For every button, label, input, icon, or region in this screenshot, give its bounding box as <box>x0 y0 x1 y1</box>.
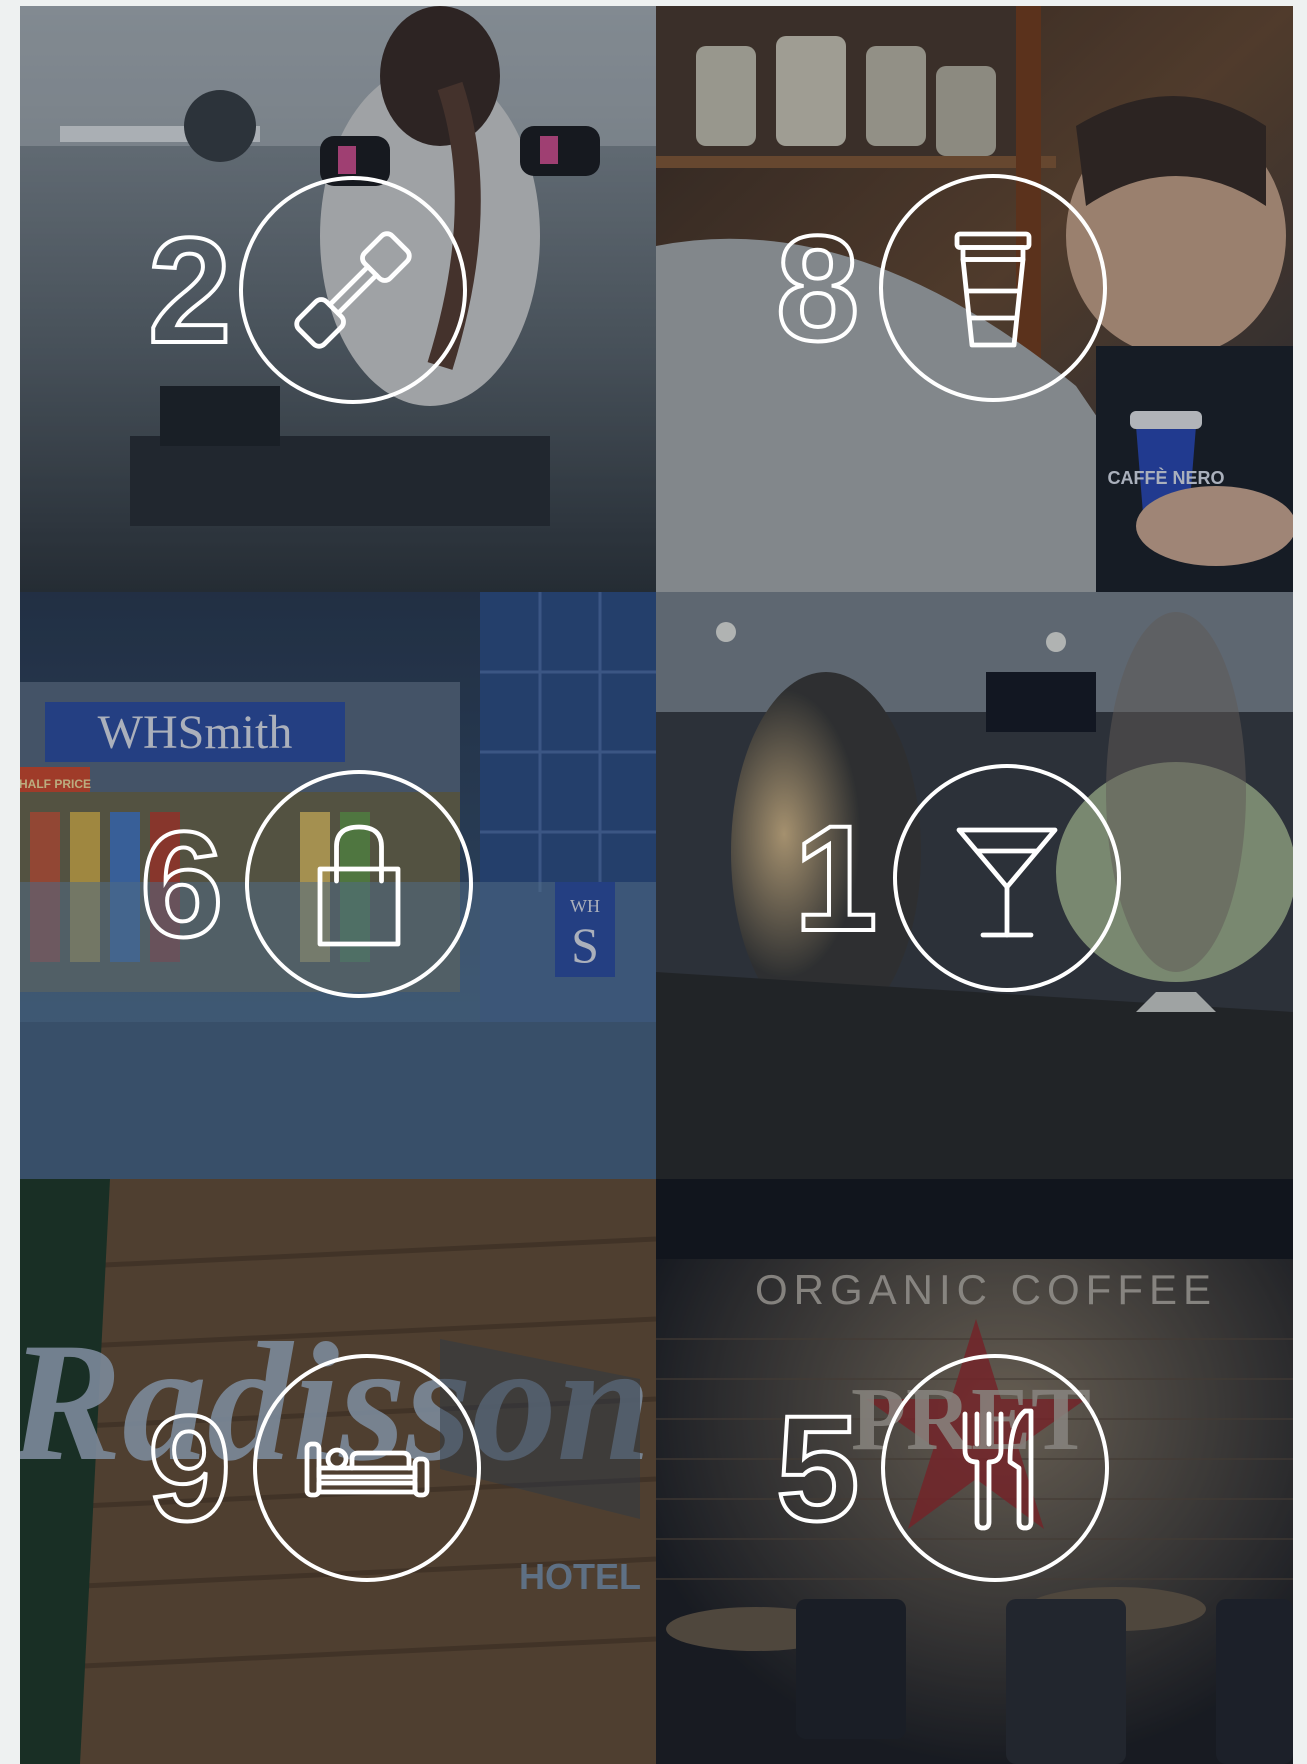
amenities-grid: 2 CAFFÈ NERO 8 WHSmith HALF PRICE WH S 6… <box>20 6 1293 1764</box>
coffee-icon-ring <box>879 174 1108 402</box>
tile-coffee[interactable]: CAFFÈ NERO 8 <box>656 6 1293 592</box>
fork-knife-icon <box>963 1408 1034 1531</box>
tile-gym[interactable]: 2 <box>20 6 656 592</box>
shops-counter: 6 <box>138 770 474 998</box>
cocktail-icon <box>957 827 1058 938</box>
bars-counter: 1 <box>792 764 1122 992</box>
shops-icon-ring <box>245 770 474 998</box>
dumbbell-icon <box>294 231 413 349</box>
gym-count: 2 <box>146 206 233 374</box>
shops-count: 6 <box>138 800 225 968</box>
tile-hotels[interactable]: Radisson HOTEL 9 <box>20 1179 656 1764</box>
coffee-cup-icon <box>955 231 1032 348</box>
shopping-bag-icon <box>318 824 401 947</box>
restaurants-count: 5 <box>774 1384 861 1552</box>
bars-icon-ring <box>893 764 1122 992</box>
tile-shops[interactable]: WHSmith HALF PRICE WH S 6 <box>20 592 656 1179</box>
hotels-icon-ring <box>253 1354 482 1582</box>
bed-icon <box>305 1441 430 1498</box>
restaurants-counter: 5 <box>774 1354 1110 1582</box>
gym-icon-ring <box>239 176 468 404</box>
bars-count: 1 <box>792 794 879 962</box>
coffee-count: 8 <box>774 204 861 372</box>
hotels-counter: 9 <box>146 1354 482 1582</box>
gym-counter: 2 <box>146 176 468 404</box>
hotels-count: 9 <box>146 1384 233 1552</box>
tile-restaurants[interactable]: PRET ORGANIC COFFEE 5 <box>656 1179 1293 1764</box>
tile-bars[interactable]: 1 <box>656 592 1293 1179</box>
restaurants-icon-ring <box>881 1354 1110 1582</box>
coffee-counter: 8 <box>774 174 1108 402</box>
